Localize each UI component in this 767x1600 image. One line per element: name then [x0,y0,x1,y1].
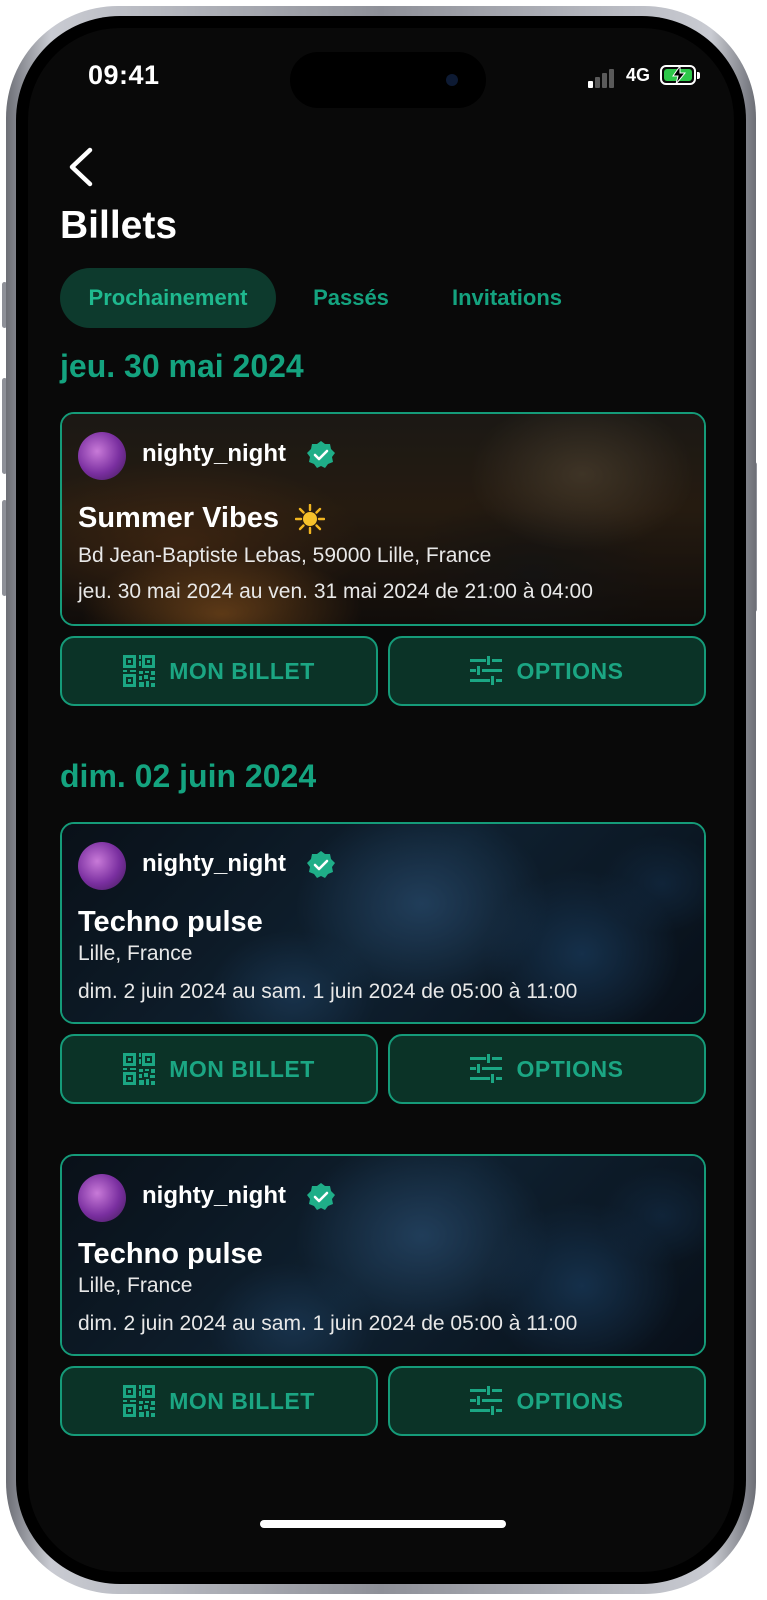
options-label: OPTIONS [516,657,624,684]
event-title-row: Summer Vibes [78,502,326,535]
avatar [78,842,126,890]
options-button[interactable]: OPTIONS [388,636,706,706]
event-card[interactable]: nighty_night Summer Vibes Bd Jean-Baptis… [60,412,706,626]
my-ticket-label: MON BILLET [169,657,315,684]
verified-badge-icon [307,1183,335,1210]
options-label: OPTIONS [516,1387,624,1414]
event-title: Techno pulse [78,1238,263,1270]
dynamic-island [290,52,486,108]
organizer-name: nighty_night [142,850,286,877]
tab-past[interactable]: Passés [286,268,416,328]
chevron-left-icon [69,147,93,187]
battery-charging-icon [660,65,700,85]
event-datetime: jeu. 30 mai 2024 au ven. 31 mai 2024 de … [78,580,593,603]
my-ticket-label: MON BILLET [169,1055,315,1082]
date-header: dim. 02 juin 2024 [60,758,317,794]
event-datetime: dim. 2 juin 2024 au sam. 1 juin 2024 de … [78,980,578,1003]
options-label: OPTIONS [516,1055,624,1082]
qr-code-icon [123,1053,156,1085]
event-address: Lille, France [78,1274,193,1297]
date-header: jeu. 30 mai 2024 [60,348,304,384]
verified-badge-icon [307,851,335,878]
options-button[interactable]: OPTIONS [388,1034,706,1104]
event-address: Lille, France [78,942,193,965]
event-title: Techno pulse [78,906,263,938]
qr-code-icon [123,655,156,687]
signal-icon [588,68,622,88]
event-datetime: dim. 2 juin 2024 au sam. 1 juin 2024 de … [78,1312,578,1335]
sliders-icon [470,1386,503,1415]
app-screen: 09:41 4G Billets Prochainement Passés In… [28,28,734,1572]
avatar [78,1174,126,1222]
back-button[interactable] [64,146,100,188]
qr-code-icon [123,1385,156,1417]
avatar [78,432,126,480]
sun-emoji-icon [295,504,326,535]
network-type: 4G [626,65,651,85]
sliders-icon [470,656,503,685]
organizer-name: nighty_night [142,1182,286,1209]
event-address: Bd Jean-Baptiste Lebas, 59000 Lille, Fra… [78,544,492,567]
tab-upcoming[interactable]: Prochainement [60,268,276,328]
verified-badge-icon [307,441,335,468]
sliders-icon [470,1054,503,1083]
tab-invitations[interactable]: Invitations [432,268,582,328]
my-ticket-label: MON BILLET [169,1387,315,1414]
my-ticket-button[interactable]: MON BILLET [60,636,378,706]
my-ticket-button[interactable]: MON BILLET [60,1366,378,1436]
event-card[interactable]: nighty_night Techno pulse Lille, France … [60,1154,706,1356]
event-title: Summer Vibes [78,502,279,534]
home-indicator[interactable] [260,1520,506,1528]
event-card[interactable]: nighty_night Techno pulse Lille, France … [60,822,706,1024]
status-time: 09:41 [88,60,160,90]
my-ticket-button[interactable]: MON BILLET [60,1034,378,1104]
organizer-name: nighty_night [142,440,286,467]
page-title: Billets [60,204,178,247]
options-button[interactable]: OPTIONS [388,1366,706,1436]
